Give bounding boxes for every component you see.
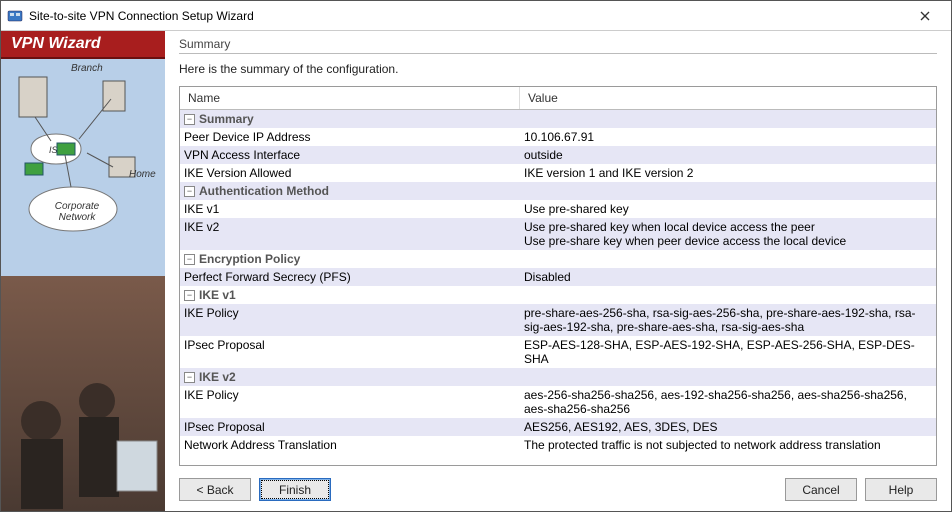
label-home: Home <box>129 169 156 180</box>
tree-cell-name: −IKE v2 <box>180 368 520 386</box>
tree-cell-name: −Authentication Method <box>180 182 520 200</box>
tree-cell-name: IKE v2 <box>180 218 520 250</box>
wizard-window: Site-to-site VPN Connection Setup Wizard… <box>0 0 952 512</box>
tree-cell-value <box>520 182 936 200</box>
network-diagram-icon: ISP <box>1 59 165 259</box>
button-bar: < Back Finish Cancel Help <box>179 466 937 501</box>
tree-cell-value: outside <box>520 146 936 164</box>
tree-cell-name: Peer Device IP Address <box>180 128 520 146</box>
sidebar-header: VPN Wizard <box>1 31 165 59</box>
tree-item-label: IKE Policy <box>184 306 239 320</box>
tree-cell-name: Network Address Translation <box>180 436 520 454</box>
collapse-icon[interactable]: − <box>184 114 195 125</box>
button-spacer <box>339 478 777 501</box>
tree-item-row: IKE Policy pre-share-aes-256-sha, rsa-sig… <box>180 304 936 336</box>
tree-cell-value <box>520 368 936 386</box>
tree-group-row[interactable]: −Encryption Policy <box>180 250 936 268</box>
tree-group-row[interactable]: −IKE v1 <box>180 286 936 304</box>
tree-cell-value: pre-share-aes-256-sha, rsa-sig-aes-256-s… <box>520 304 936 336</box>
summary-tree[interactable]: Name Value −SummaryPeer Device IP Addres… <box>179 86 937 466</box>
collapse-icon[interactable]: − <box>184 372 195 383</box>
tree-group-label: Encryption Policy <box>199 252 300 266</box>
tree-item-row: IPsec Proposal AES256, AES192, AES, 3DES,… <box>180 418 936 436</box>
tree-item-row: VPN Access Interface outside <box>180 146 936 164</box>
tree-header: Name Value <box>180 87 936 110</box>
tree-group-label: Authentication Method <box>199 184 329 198</box>
tree-item-label: Network Address Translation <box>184 438 337 452</box>
tree-item-label: IKE v1 <box>184 202 219 216</box>
back-button[interactable]: < Back <box>179 478 251 501</box>
sidebar: VPN Wizard ISP Branch <box>1 31 165 511</box>
main-panel: Summary Here is the summary of the confi… <box>165 31 951 511</box>
tree-item-row: IKE v1 Use pre-shared key <box>180 200 936 218</box>
tree-item-row: Perfect Forward Secrecy (PFS) Disabled <box>180 268 936 286</box>
tree-group-label: IKE v1 <box>199 288 236 302</box>
tree-item-label: IPsec Proposal <box>184 338 265 352</box>
tree-item-label: Perfect Forward Secrecy (PFS) <box>184 270 351 284</box>
people-illustration-icon <box>1 331 165 511</box>
tree-item-label: VPN Access Interface <box>184 148 300 162</box>
tree-group-label: Summary <box>199 112 254 126</box>
tree-cell-value: Disabled <box>520 268 936 286</box>
tree-body: −SummaryPeer Device IP Address10.106.67.… <box>180 110 936 454</box>
finish-button[interactable]: Finish <box>259 478 331 501</box>
tree-cell-value: ESP-AES-128-SHA, ESP-AES-192-SHA, ESP-AE… <box>520 336 936 368</box>
tree-cell-name: IKE Version Allowed <box>180 164 520 182</box>
tree-cell-name: −IKE v1 <box>180 286 520 304</box>
tree-group-row[interactable]: −Authentication Method <box>180 182 936 200</box>
label-branch: Branch <box>71 63 103 74</box>
tree-cell-value: Use pre-shared key when local device acc… <box>520 218 936 250</box>
sidebar-illustration: ISP Branch Home Corporate Network <box>1 59 165 511</box>
close-icon <box>920 11 930 21</box>
tree-cell-value: IKE version 1 and IKE version 2 <box>520 164 936 182</box>
window-title: Site-to-site VPN Connection Setup Wizard <box>29 9 905 23</box>
section-description: Here is the summary of the configuration… <box>179 62 937 76</box>
section-title: Summary <box>179 37 937 54</box>
col-header-name[interactable]: Name <box>180 87 520 109</box>
tree-cell-value: aes-256-sha256-sha256, aes-192-sha256-sh… <box>520 386 936 418</box>
tree-cell-name: IKE Policy <box>180 386 520 418</box>
tree-cell-value <box>520 286 936 304</box>
app-icon <box>7 8 23 24</box>
label-corp: Corporate Network <box>47 201 107 223</box>
tree-cell-value: AES256, AES192, AES, 3DES, DES <box>520 418 936 436</box>
collapse-icon[interactable]: − <box>184 254 195 265</box>
tree-cell-name: −Summary <box>180 110 520 128</box>
tree-cell-name: Perfect Forward Secrecy (PFS) <box>180 268 520 286</box>
tree-item-label: IKE Version Allowed <box>184 166 291 180</box>
tree-cell-value: 10.106.67.91 <box>520 128 936 146</box>
tree-cell-name: IPsec Proposal <box>180 418 520 436</box>
tree-item-label: IPsec Proposal <box>184 420 265 434</box>
titlebar: Site-to-site VPN Connection Setup Wizard <box>1 1 951 31</box>
tree-item-label: IKE Policy <box>184 388 239 402</box>
col-header-value[interactable]: Value <box>520 87 936 109</box>
wizard-body: VPN Wizard ISP Branch <box>1 31 951 511</box>
tree-group-row[interactable]: −Summary <box>180 110 936 128</box>
tree-cell-value: The protected traffic is not subjected t… <box>520 436 936 454</box>
close-button[interactable] <box>905 2 945 30</box>
collapse-icon[interactable]: − <box>184 186 195 197</box>
tree-item-row: Peer Device IP Address 10.106.67.91 <box>180 128 936 146</box>
help-button[interactable]: Help <box>865 478 937 501</box>
tree-item-label: Peer Device IP Address <box>184 130 311 144</box>
collapse-icon[interactable]: − <box>184 290 195 301</box>
tree-cell-value: Use pre-shared key <box>520 200 936 218</box>
tree-group-label: IKE v2 <box>199 370 236 384</box>
tree-cell-name: VPN Access Interface <box>180 146 520 164</box>
tree-group-row[interactable]: −IKE v2 <box>180 368 936 386</box>
tree-item-row: IKE Version Allowed IKE version 1 and IKE… <box>180 164 936 182</box>
cancel-button[interactable]: Cancel <box>785 478 857 501</box>
tree-item-row: Network Address Translation The protected… <box>180 436 936 454</box>
tree-cell-name: IPsec Proposal <box>180 336 520 368</box>
tree-item-label: IKE v2 <box>184 220 219 234</box>
tree-cell-name: IKE v1 <box>180 200 520 218</box>
tree-cell-name: −Encryption Policy <box>180 250 520 268</box>
tree-cell-name: IKE Policy <box>180 304 520 336</box>
tree-item-row: IPsec Proposal ESP-AES-128-SHA, ESP-AES-1… <box>180 336 936 368</box>
tree-cell-value <box>520 250 936 268</box>
tree-cell-value <box>520 110 936 128</box>
tree-item-row: IKE v2 Use pre-shared key when local devi… <box>180 218 936 250</box>
tree-item-row: IKE Policy aes-256-sha256-sha256, aes-192… <box>180 386 936 418</box>
